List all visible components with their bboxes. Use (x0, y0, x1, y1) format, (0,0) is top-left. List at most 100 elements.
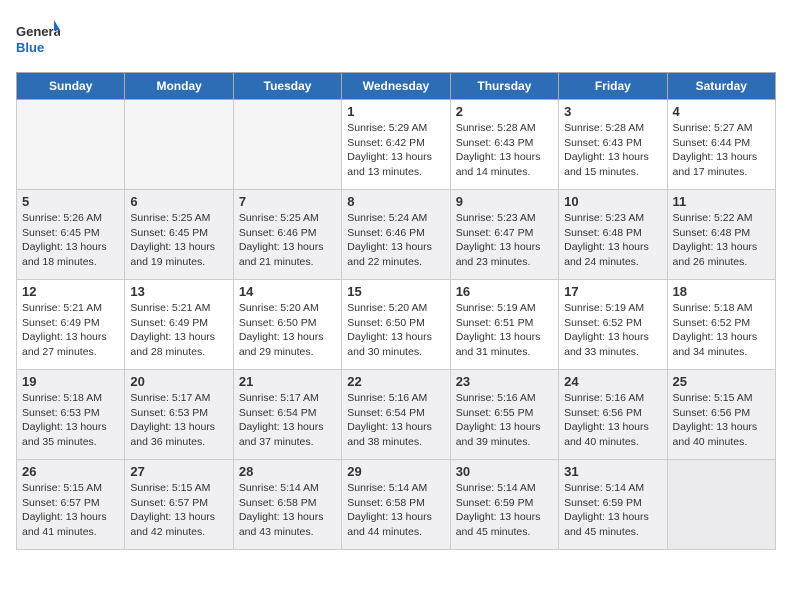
calendar-cell: 26Sunrise: 5:15 AMSunset: 6:57 PMDayligh… (17, 460, 125, 550)
day-info: Sunrise: 5:21 AMSunset: 6:49 PMDaylight:… (22, 301, 119, 360)
sunset-text: Sunset: 6:45 PM (130, 226, 227, 241)
day-info: Sunrise: 5:16 AMSunset: 6:54 PMDaylight:… (347, 391, 444, 450)
weekday-header-monday: Monday (125, 73, 233, 100)
day-info: Sunrise: 5:18 AMSunset: 6:53 PMDaylight:… (22, 391, 119, 450)
daylight-text: Daylight: 13 hours and 23 minutes. (456, 240, 553, 269)
day-info: Sunrise: 5:25 AMSunset: 6:46 PMDaylight:… (239, 211, 336, 270)
day-number: 15 (347, 284, 444, 299)
daylight-text: Daylight: 13 hours and 43 minutes. (239, 510, 336, 539)
sunset-text: Sunset: 6:43 PM (564, 136, 661, 151)
calendar-cell (667, 460, 775, 550)
day-number: 22 (347, 374, 444, 389)
sunset-text: Sunset: 6:43 PM (456, 136, 553, 151)
sunset-text: Sunset: 6:53 PM (22, 406, 119, 421)
sunrise-text: Sunrise: 5:14 AM (239, 481, 336, 496)
calendar-table: SundayMondayTuesdayWednesdayThursdayFrid… (16, 72, 776, 550)
calendar-cell: 8 Sunrise: 5:24 AMSunset: 6:46 PMDaylight… (342, 190, 450, 280)
daylight-text: Daylight: 13 hours and 13 minutes. (347, 150, 444, 179)
weekday-header-friday: Friday (559, 73, 667, 100)
sunrise-text: Sunrise: 5:25 AM (130, 211, 227, 226)
day-number: 1 (347, 104, 444, 119)
day-number: 24 (564, 374, 661, 389)
day-number: 8 (347, 194, 444, 209)
sunset-text: Sunset: 6:58 PM (347, 496, 444, 511)
day-number: 13 (130, 284, 227, 299)
logo: GeneralBlue (16, 16, 60, 60)
calendar-cell: 16Sunrise: 5:19 AMSunset: 6:51 PMDayligh… (450, 280, 558, 370)
week-row-5: 26Sunrise: 5:15 AMSunset: 6:57 PMDayligh… (17, 460, 776, 550)
calendar-cell: 17Sunrise: 5:19 AMSunset: 6:52 PMDayligh… (559, 280, 667, 370)
daylight-text: Daylight: 13 hours and 45 minutes. (456, 510, 553, 539)
daylight-text: Daylight: 13 hours and 40 minutes. (564, 420, 661, 449)
sunrise-text: Sunrise: 5:19 AM (456, 301, 553, 316)
day-number: 18 (673, 284, 770, 299)
sunset-text: Sunset: 6:49 PM (130, 316, 227, 331)
day-info: Sunrise: 5:18 AMSunset: 6:52 PMDaylight:… (673, 301, 770, 360)
day-info: Sunrise: 5:22 AMSunset: 6:48 PMDaylight:… (673, 211, 770, 270)
header: GeneralBlue (16, 16, 776, 60)
sunset-text: Sunset: 6:57 PM (130, 496, 227, 511)
sunset-text: Sunset: 6:53 PM (130, 406, 227, 421)
sunrise-text: Sunrise: 5:15 AM (22, 481, 119, 496)
calendar-cell: 22 Sunrise: 5:16 AMSunset: 6:54 PMDayligh… (342, 370, 450, 460)
header-row: SundayMondayTuesdayWednesdayThursdayFrid… (17, 73, 776, 100)
day-info: Sunrise: 5:25 AMSunset: 6:45 PMDaylight:… (130, 211, 227, 270)
calendar-cell: 18 Sunrise: 5:18 AMSunset: 6:52 PMDayligh… (667, 280, 775, 370)
calendar-cell (17, 100, 125, 190)
weekday-header-tuesday: Tuesday (233, 73, 341, 100)
daylight-text: Daylight: 13 hours and 18 minutes. (22, 240, 119, 269)
sunset-text: Sunset: 6:59 PM (456, 496, 553, 511)
sunrise-text: Sunrise: 5:24 AM (347, 211, 444, 226)
week-row-2: 5 Sunrise: 5:26 AMSunset: 6:45 PMDaylight… (17, 190, 776, 280)
sunset-text: Sunset: 6:51 PM (456, 316, 553, 331)
day-number: 29 (347, 464, 444, 479)
calendar-cell: 30 Sunrise: 5:14 AMSunset: 6:59 PMDayligh… (450, 460, 558, 550)
sunrise-text: Sunrise: 5:15 AM (673, 391, 770, 406)
daylight-text: Daylight: 13 hours and 19 minutes. (130, 240, 227, 269)
weekday-header-sunday: Sunday (17, 73, 125, 100)
sunset-text: Sunset: 6:57 PM (22, 496, 119, 511)
sunset-text: Sunset: 6:46 PM (239, 226, 336, 241)
daylight-text: Daylight: 13 hours and 44 minutes. (347, 510, 444, 539)
daylight-text: Daylight: 13 hours and 21 minutes. (239, 240, 336, 269)
week-row-1: 1Sunrise: 5:29 AMSunset: 6:42 PMDaylight… (17, 100, 776, 190)
daylight-text: Daylight: 13 hours and 45 minutes. (564, 510, 661, 539)
day-info: Sunrise: 5:28 AMSunset: 6:43 PMDaylight:… (456, 121, 553, 180)
day-info: Sunrise: 5:20 AMSunset: 6:50 PMDaylight:… (239, 301, 336, 360)
daylight-text: Daylight: 13 hours and 22 minutes. (347, 240, 444, 269)
daylight-text: Daylight: 13 hours and 15 minutes. (564, 150, 661, 179)
daylight-text: Daylight: 13 hours and 40 minutes. (673, 420, 770, 449)
day-number: 16 (456, 284, 553, 299)
day-number: 31 (564, 464, 661, 479)
day-info: Sunrise: 5:26 AMSunset: 6:45 PMDaylight:… (22, 211, 119, 270)
day-info: Sunrise: 5:24 AMSunset: 6:46 PMDaylight:… (347, 211, 444, 270)
day-info: Sunrise: 5:16 AMSunset: 6:56 PMDaylight:… (564, 391, 661, 450)
day-number: 23 (456, 374, 553, 389)
sunrise-text: Sunrise: 5:16 AM (347, 391, 444, 406)
calendar-cell: 29 Sunrise: 5:14 AMSunset: 6:58 PMDayligh… (342, 460, 450, 550)
week-row-4: 19Sunrise: 5:18 AMSunset: 6:53 PMDayligh… (17, 370, 776, 460)
sunrise-text: Sunrise: 5:15 AM (130, 481, 227, 496)
sunrise-text: Sunrise: 5:14 AM (564, 481, 661, 496)
day-number: 14 (239, 284, 336, 299)
day-info: Sunrise: 5:14 AMSunset: 6:59 PMDaylight:… (456, 481, 553, 540)
daylight-text: Daylight: 13 hours and 14 minutes. (456, 150, 553, 179)
sunrise-text: Sunrise: 5:21 AM (130, 301, 227, 316)
day-info: Sunrise: 5:14 AMSunset: 6:59 PMDaylight:… (564, 481, 661, 540)
sunrise-text: Sunrise: 5:18 AM (22, 391, 119, 406)
daylight-text: Daylight: 13 hours and 27 minutes. (22, 330, 119, 359)
daylight-text: Daylight: 13 hours and 38 minutes. (347, 420, 444, 449)
sunset-text: Sunset: 6:47 PM (456, 226, 553, 241)
calendar-cell: 25Sunrise: 5:15 AMSunset: 6:56 PMDayligh… (667, 370, 775, 460)
calendar-cell: 3Sunrise: 5:28 AMSunset: 6:43 PMDaylight… (559, 100, 667, 190)
day-number: 5 (22, 194, 119, 209)
day-info: Sunrise: 5:14 AMSunset: 6:58 PMDaylight:… (239, 481, 336, 540)
sunset-text: Sunset: 6:49 PM (22, 316, 119, 331)
sunrise-text: Sunrise: 5:14 AM (347, 481, 444, 496)
calendar-cell: 28Sunrise: 5:14 AMSunset: 6:58 PMDayligh… (233, 460, 341, 550)
sunrise-text: Sunrise: 5:29 AM (347, 121, 444, 136)
daylight-text: Daylight: 13 hours and 28 minutes. (130, 330, 227, 359)
day-number: 30 (456, 464, 553, 479)
daylight-text: Daylight: 13 hours and 41 minutes. (22, 510, 119, 539)
daylight-text: Daylight: 13 hours and 35 minutes. (22, 420, 119, 449)
